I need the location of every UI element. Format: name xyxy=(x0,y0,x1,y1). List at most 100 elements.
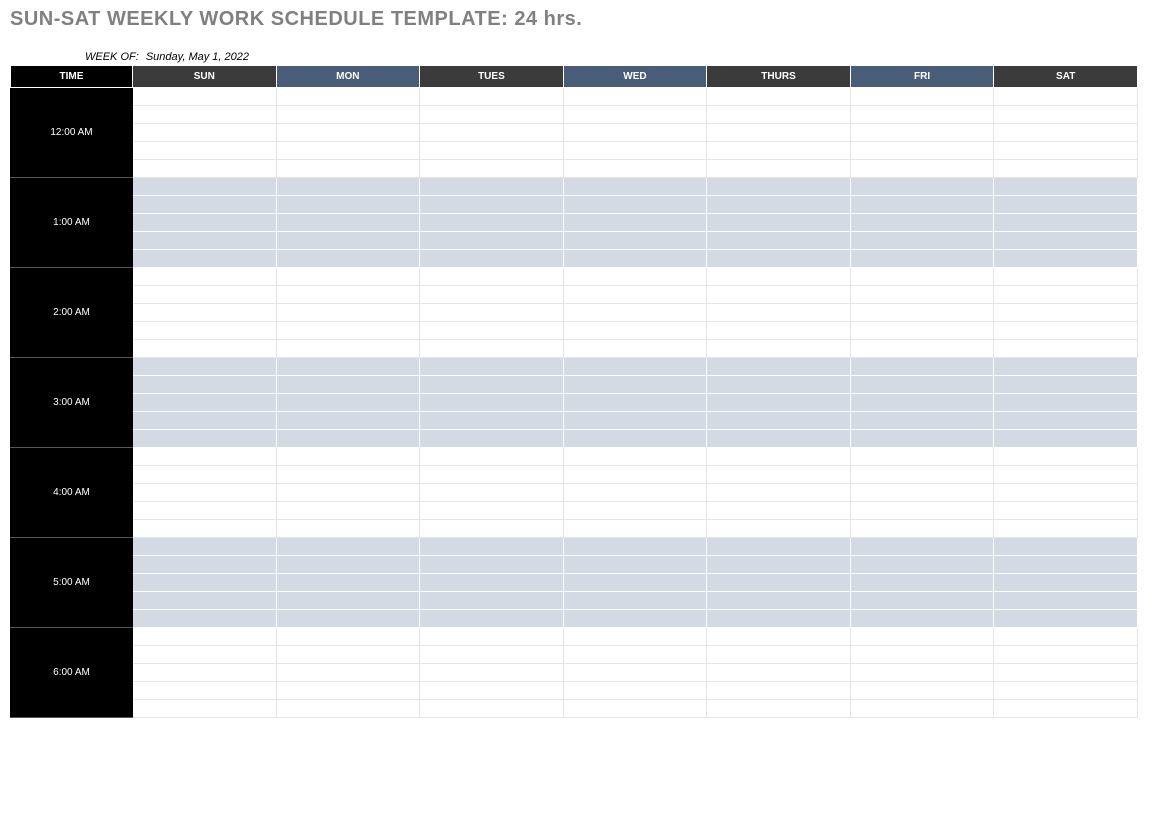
schedule-cell[interactable] xyxy=(707,646,851,664)
schedule-cell[interactable] xyxy=(276,646,420,664)
schedule-cell[interactable] xyxy=(420,664,564,682)
schedule-cell[interactable] xyxy=(563,178,707,196)
schedule-cell[interactable] xyxy=(707,520,851,538)
schedule-cell[interactable] xyxy=(850,520,994,538)
schedule-cell[interactable] xyxy=(850,664,994,682)
schedule-cell[interactable] xyxy=(420,466,564,484)
schedule-cell[interactable] xyxy=(707,322,851,340)
schedule-cell[interactable] xyxy=(707,610,851,628)
schedule-cell[interactable] xyxy=(850,178,994,196)
schedule-cell[interactable] xyxy=(420,304,564,322)
schedule-cell[interactable] xyxy=(707,358,851,376)
schedule-cell[interactable] xyxy=(850,358,994,376)
schedule-cell[interactable] xyxy=(563,646,707,664)
schedule-cell[interactable] xyxy=(994,358,1138,376)
schedule-cell[interactable] xyxy=(420,430,564,448)
schedule-cell[interactable] xyxy=(133,358,277,376)
schedule-cell[interactable] xyxy=(994,430,1138,448)
schedule-cell[interactable] xyxy=(850,376,994,394)
schedule-cell[interactable] xyxy=(276,682,420,700)
schedule-cell[interactable] xyxy=(133,628,277,646)
schedule-cell[interactable] xyxy=(994,376,1138,394)
schedule-cell[interactable] xyxy=(420,592,564,610)
schedule-cell[interactable] xyxy=(707,502,851,520)
schedule-cell[interactable] xyxy=(707,304,851,322)
schedule-cell[interactable] xyxy=(994,88,1138,106)
schedule-cell[interactable] xyxy=(563,124,707,142)
schedule-cell[interactable] xyxy=(420,142,564,160)
schedule-cell[interactable] xyxy=(420,412,564,430)
schedule-cell[interactable] xyxy=(994,322,1138,340)
schedule-cell[interactable] xyxy=(994,520,1138,538)
schedule-cell[interactable] xyxy=(420,376,564,394)
schedule-cell[interactable] xyxy=(276,538,420,556)
schedule-cell[interactable] xyxy=(563,412,707,430)
schedule-cell[interactable] xyxy=(563,484,707,502)
schedule-cell[interactable] xyxy=(563,502,707,520)
schedule-cell[interactable] xyxy=(420,268,564,286)
schedule-cell[interactable] xyxy=(850,124,994,142)
schedule-cell[interactable] xyxy=(276,142,420,160)
schedule-cell[interactable] xyxy=(994,250,1138,268)
schedule-cell[interactable] xyxy=(994,142,1138,160)
schedule-cell[interactable] xyxy=(420,628,564,646)
schedule-cell[interactable] xyxy=(850,556,994,574)
schedule-cell[interactable] xyxy=(563,142,707,160)
schedule-cell[interactable] xyxy=(563,556,707,574)
schedule-cell[interactable] xyxy=(420,358,564,376)
schedule-cell[interactable] xyxy=(707,592,851,610)
schedule-cell[interactable] xyxy=(994,106,1138,124)
schedule-cell[interactable] xyxy=(276,214,420,232)
schedule-cell[interactable] xyxy=(133,196,277,214)
schedule-cell[interactable] xyxy=(563,88,707,106)
schedule-cell[interactable] xyxy=(850,142,994,160)
schedule-cell[interactable] xyxy=(276,700,420,718)
schedule-cell[interactable] xyxy=(133,592,277,610)
schedule-cell[interactable] xyxy=(707,700,851,718)
schedule-cell[interactable] xyxy=(133,700,277,718)
schedule-cell[interactable] xyxy=(850,304,994,322)
schedule-cell[interactable] xyxy=(276,628,420,646)
schedule-cell[interactable] xyxy=(563,358,707,376)
schedule-cell[interactable] xyxy=(707,178,851,196)
schedule-cell[interactable] xyxy=(133,520,277,538)
schedule-cell[interactable] xyxy=(276,106,420,124)
schedule-cell[interactable] xyxy=(707,124,851,142)
schedule-cell[interactable] xyxy=(707,250,851,268)
schedule-cell[interactable] xyxy=(133,610,277,628)
schedule-cell[interactable] xyxy=(707,232,851,250)
schedule-cell[interactable] xyxy=(707,88,851,106)
schedule-cell[interactable] xyxy=(707,142,851,160)
schedule-cell[interactable] xyxy=(276,484,420,502)
schedule-cell[interactable] xyxy=(994,484,1138,502)
schedule-cell[interactable] xyxy=(133,502,277,520)
schedule-cell[interactable] xyxy=(994,592,1138,610)
schedule-cell[interactable] xyxy=(420,178,564,196)
schedule-cell[interactable] xyxy=(563,250,707,268)
schedule-cell[interactable] xyxy=(420,88,564,106)
schedule-cell[interactable] xyxy=(850,646,994,664)
schedule-cell[interactable] xyxy=(994,232,1138,250)
schedule-cell[interactable] xyxy=(133,106,277,124)
schedule-cell[interactable] xyxy=(563,610,707,628)
schedule-cell[interactable] xyxy=(850,610,994,628)
schedule-cell[interactable] xyxy=(420,106,564,124)
schedule-cell[interactable] xyxy=(276,574,420,592)
schedule-cell[interactable] xyxy=(276,394,420,412)
schedule-cell[interactable] xyxy=(563,592,707,610)
schedule-cell[interactable] xyxy=(276,232,420,250)
schedule-cell[interactable] xyxy=(563,430,707,448)
schedule-cell[interactable] xyxy=(850,538,994,556)
schedule-cell[interactable] xyxy=(994,448,1138,466)
schedule-cell[interactable] xyxy=(420,124,564,142)
schedule-cell[interactable] xyxy=(276,412,420,430)
schedule-cell[interactable] xyxy=(276,304,420,322)
schedule-cell[interactable] xyxy=(850,682,994,700)
schedule-cell[interactable] xyxy=(276,178,420,196)
schedule-cell[interactable] xyxy=(276,196,420,214)
schedule-cell[interactable] xyxy=(133,214,277,232)
schedule-cell[interactable] xyxy=(276,448,420,466)
schedule-cell[interactable] xyxy=(133,466,277,484)
schedule-cell[interactable] xyxy=(563,196,707,214)
schedule-cell[interactable] xyxy=(420,700,564,718)
